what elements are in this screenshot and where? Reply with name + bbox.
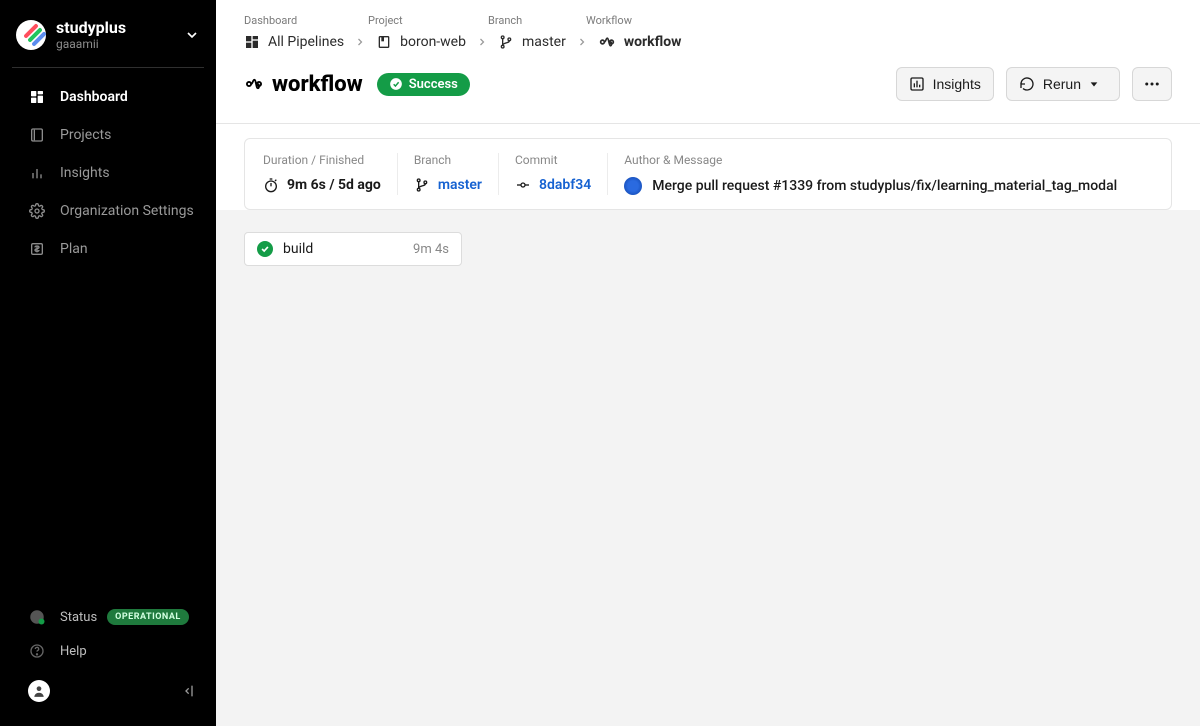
breadcrumb-label-project: Project [368, 14, 488, 27]
chevron-right-icon [354, 36, 366, 48]
divider [12, 67, 204, 68]
summary-branch: Branch master [397, 153, 498, 195]
git-branch-icon [498, 34, 514, 50]
org-switcher[interactable]: studyplus gaaamii [0, 0, 216, 63]
button-label: Insights [933, 76, 981, 92]
summary-duration: Duration / Finished 9m 6s / 5d ago [263, 153, 397, 195]
sidebar-bottom: Status OPERATIONAL Help [0, 594, 216, 726]
rerun-button[interactable]: Rerun [1006, 67, 1120, 101]
stopwatch-icon [263, 177, 279, 193]
dollar-icon [28, 240, 46, 258]
summary-label: Duration / Finished [263, 153, 381, 167]
status-dot-icon [28, 608, 46, 626]
repo-icon [376, 34, 392, 50]
org-name: studyplus [56, 18, 126, 37]
gear-icon [28, 202, 46, 220]
commit-link[interactable]: 8dabf34 [539, 177, 591, 193]
caret-down-icon [1089, 79, 1107, 89]
header: Dashboard Project Branch Workflow All Pi… [216, 0, 1200, 124]
breadcrumb-text: workflow [624, 34, 682, 50]
projects-icon [28, 126, 46, 144]
status-badge: OPERATIONAL [107, 609, 189, 625]
breadcrumb-project[interactable]: boron-web [376, 34, 466, 50]
insights-button[interactable]: Insights [896, 67, 994, 101]
org-username: gaaamii [56, 37, 126, 51]
breadcrumb-branch[interactable]: master [498, 34, 566, 50]
breadcrumb-label-branch: Branch [488, 14, 586, 27]
chevron-right-icon [576, 36, 588, 48]
summary-label: Commit [515, 153, 591, 167]
breadcrumb-all-pipelines[interactable]: All Pipelines [244, 34, 344, 50]
job-duration: 9m 4s [413, 242, 449, 257]
summary-label: Branch [414, 153, 482, 167]
page-title: workflow [272, 72, 363, 97]
more-actions-button[interactable] [1132, 67, 1172, 101]
summary-commit: Commit 8dabf34 [498, 153, 607, 195]
workflow-icon [598, 33, 616, 51]
pipelines-icon [244, 34, 260, 50]
button-label: Rerun [1043, 76, 1081, 92]
sidebar-status[interactable]: Status OPERATIONAL [0, 600, 216, 634]
help-label: Help [60, 644, 87, 659]
dashboard-icon [28, 88, 46, 106]
git-commit-icon [515, 177, 531, 193]
sidebar-item-label: Plan [60, 241, 88, 257]
summary-author: Author & Message Merge pull request #133… [607, 153, 1153, 195]
git-branch-icon [414, 177, 430, 193]
sidebar-item-org-settings[interactable]: Organization Settings [0, 192, 216, 230]
breadcrumb-workflow[interactable]: workflow [598, 33, 682, 51]
sidebar-item-dashboard[interactable]: Dashboard [0, 78, 216, 116]
status-pill-label: Success [409, 77, 458, 92]
summary-value: 9m 6s / 5d ago [287, 177, 381, 193]
workflow-graph: build 9m 4s [216, 210, 1200, 726]
sidebar-item-label: Dashboard [60, 89, 128, 105]
status-label: Status [60, 610, 97, 625]
workflow-summary-card: Duration / Finished 9m 6s / 5d ago Branc… [244, 138, 1172, 210]
job-name: build [283, 241, 313, 257]
breadcrumb-text: boron-web [400, 34, 466, 50]
breadcrumb-label-workflow: Workflow [586, 14, 632, 27]
sidebar-item-label: Projects [60, 127, 111, 143]
breadcrumb-text: All Pipelines [268, 34, 344, 50]
breadcrumb: All Pipelines boron-web [244, 33, 1172, 51]
sidebar: studyplus gaaamii Dashboard Projects [0, 0, 216, 726]
main: Dashboard Project Branch Workflow All Pi… [216, 0, 1200, 726]
branch-link[interactable]: master [438, 177, 482, 193]
collapse-sidebar-icon[interactable] [182, 683, 198, 699]
breadcrumb-label-dashboard: Dashboard [244, 14, 368, 27]
sidebar-item-label: Insights [60, 165, 110, 181]
success-check-icon [257, 241, 273, 257]
sidebar-item-projects[interactable]: Projects [0, 116, 216, 154]
summary-label: Author & Message [624, 153, 1137, 167]
status-pill-success: Success [377, 73, 470, 96]
sidebar-item-label: Organization Settings [60, 203, 194, 219]
title-row: workflow Success Insights Rerun [244, 67, 1172, 123]
help-icon [28, 642, 46, 660]
workflow-icon [244, 74, 264, 94]
breadcrumb-section-labels: Dashboard Project Branch Workflow [244, 14, 1172, 27]
chevron-right-icon [476, 36, 488, 48]
sidebar-item-insights[interactable]: Insights [0, 154, 216, 192]
job-card-build[interactable]: build 9m 4s [244, 232, 462, 266]
user-avatar[interactable] [28, 680, 50, 702]
sidebar-help[interactable]: Help [0, 634, 216, 668]
chevron-down-icon [184, 27, 200, 43]
insights-icon [28, 164, 46, 182]
sidebar-item-plan[interactable]: Plan [0, 230, 216, 268]
org-logo [16, 20, 46, 50]
sidebar-nav: Dashboard Projects Insights Organization… [0, 78, 216, 268]
author-avatar [624, 177, 642, 195]
breadcrumb-text: master [522, 34, 566, 50]
commit-message: Merge pull request #1339 from studyplus/… [652, 178, 1117, 194]
